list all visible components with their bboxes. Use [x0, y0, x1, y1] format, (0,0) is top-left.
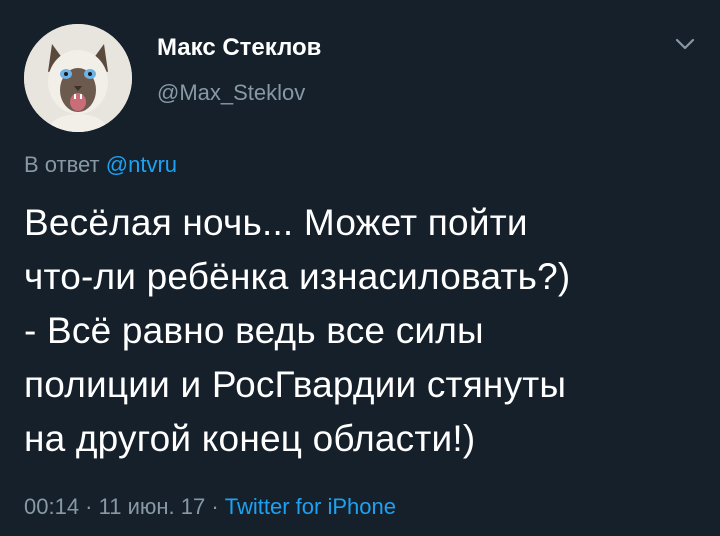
avatar[interactable]	[24, 24, 132, 132]
meta-separator: ·	[79, 494, 99, 519]
chevron-down-icon[interactable]	[672, 34, 698, 54]
tweet-meta: 00:14 · 11 июн. 17 · Twitter for iPhone	[24, 494, 396, 520]
tweet-source-link[interactable]: Twitter for iPhone	[225, 494, 396, 519]
reply-mention-link[interactable]: @ntvru	[106, 152, 177, 177]
tweet-date[interactable]: 11 июн. 17	[99, 494, 206, 519]
reply-prefix: В ответ	[24, 152, 100, 177]
tweet-time: 00:14	[24, 494, 80, 519]
reply-context: В ответ @ntvru	[24, 152, 177, 178]
tweet-text: Весёлая ночь... Может пойти что-ли ребён…	[24, 202, 571, 459]
tweet-card: Макс Стеклов @Max_Steklov В ответ @ntvru…	[0, 0, 720, 536]
meta-separator: ·	[205, 494, 225, 519]
author-display-name[interactable]: Макс Стеклов	[157, 34, 321, 62]
cat-avatar-icon	[24, 24, 132, 132]
author-handle[interactable]: @Max_Steklov	[157, 80, 305, 106]
